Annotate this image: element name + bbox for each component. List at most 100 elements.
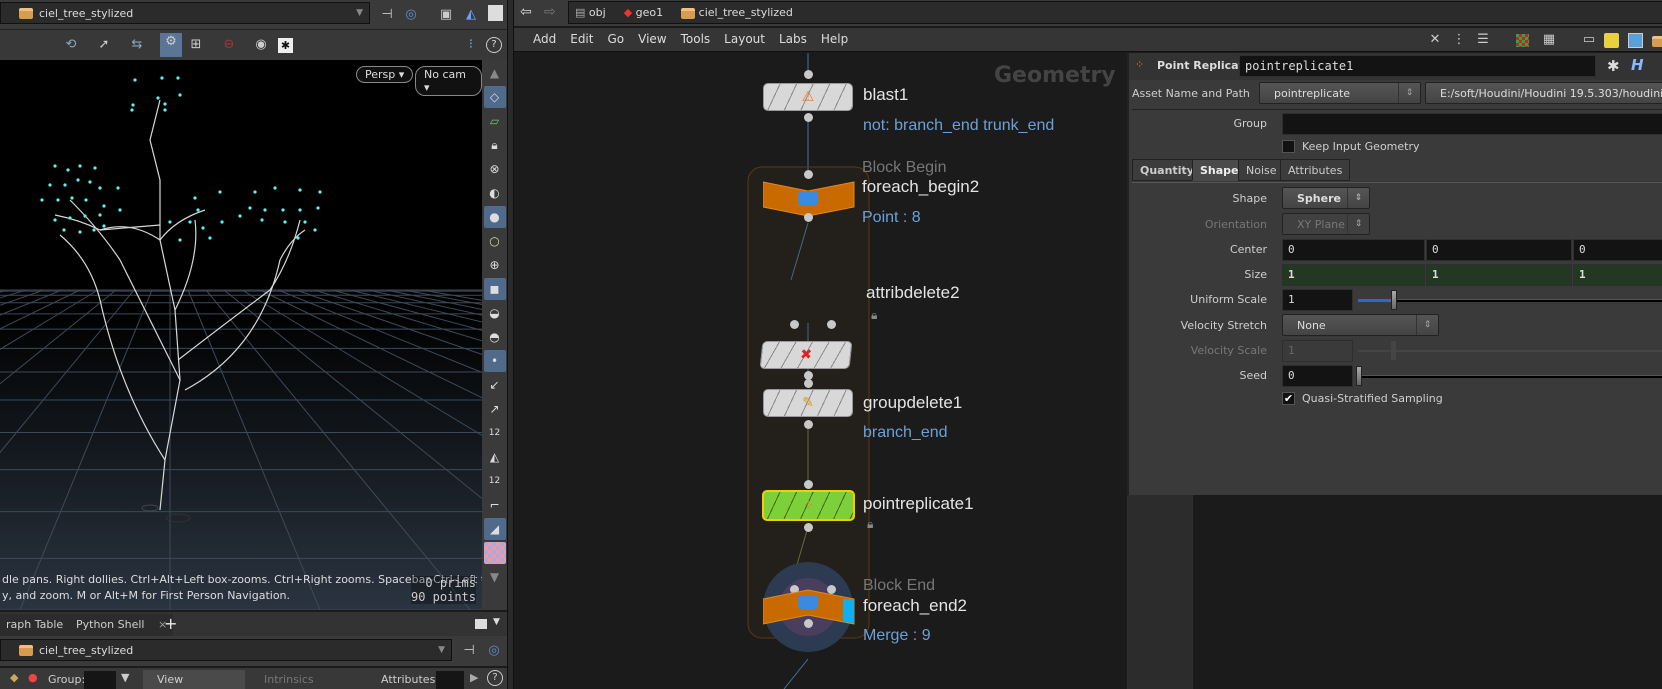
seed-handle[interactable] [1356, 366, 1362, 386]
vertex-normals-icon[interactable]: ↗ [484, 398, 506, 420]
output-port[interactable] [804, 213, 813, 222]
input-port[interactable] [804, 379, 813, 388]
view-layout-icon[interactable]: ⁝ [462, 36, 480, 54]
tab-noise[interactable]: Noise [1238, 159, 1285, 181]
breadcrumb-ciel[interactable]: ciel_tree_stylized [681, 6, 793, 19]
size-z-field[interactable]: 1 [1573, 264, 1662, 286]
velocity-stretch-menu[interactable]: None ⇕ [1282, 314, 1439, 336]
breadcrumb-geo1[interactable]: ◆ geo1 [624, 6, 663, 19]
center-y-field[interactable]: 0 [1426, 239, 1572, 261]
shape-palette-icon[interactable]: ▦ [1540, 31, 1558, 49]
select-tool-icon[interactable]: ➚ [95, 36, 113, 54]
menu-go[interactable]: Go [607, 32, 624, 46]
filter-icon[interactable]: ▼ [121, 671, 129, 684]
orbit-tool-icon[interactable]: ⟲ [62, 36, 80, 54]
menu-edit[interactable]: Edit [570, 32, 593, 46]
background-image-icon[interactable] [1628, 33, 1643, 48]
center-z-field[interactable]: 0 [1573, 239, 1662, 261]
chevron-down-icon[interactable]: ▼ [356, 8, 363, 18]
node-blast1[interactable]: ⚠ [763, 83, 853, 111]
lock-icon[interactable]: 🔒︎ [871, 308, 877, 323]
network-box-icon[interactable]: ▭ [1580, 31, 1598, 49]
snapshot-icon[interactable]: ◉ [252, 36, 270, 54]
output-port[interactable] [804, 619, 813, 628]
play-icon[interactable]: ▶ [470, 671, 478, 684]
gear-icon[interactable]: ✱ [1607, 57, 1620, 75]
link-target-icon[interactable]: ◎ [485, 642, 503, 660]
forward-arrow-icon[interactable]: ⇨ [544, 4, 556, 20]
menu-add[interactable]: Add [533, 32, 556, 46]
display-cube-icon[interactable]: ▣ [437, 6, 455, 24]
hulls-icon[interactable]: ⌐ [484, 494, 506, 516]
add-tab-icon[interactable]: + [164, 614, 177, 633]
pin-icon[interactable]: ⊣ [378, 6, 396, 24]
tab-attributes[interactable]: Attributes [1280, 159, 1351, 181]
quasi-stratified-checkbox[interactable]: ✔ [1282, 392, 1295, 405]
help-icon[interactable]: ? [487, 670, 503, 686]
lock-icon[interactable]: 🔒︎ [867, 517, 873, 532]
geometry-box-icon[interactable] [1652, 36, 1662, 47]
seed-slider[interactable] [1358, 375, 1662, 378]
breadcrumb-obj[interactable]: ▤ obj [575, 6, 606, 19]
default-light-icon[interactable]: ● [483, 206, 506, 228]
menu-help[interactable]: Help [821, 32, 848, 46]
tree-view-icon[interactable]: ⋮ [1450, 31, 1468, 49]
scroll-down-icon[interactable]: ▼ [484, 566, 506, 588]
menu-view[interactable]: View [638, 32, 666, 46]
prim-numbers-icon[interactable]: 12 [484, 470, 506, 492]
no-entry-icon[interactable]: ⊖ [220, 36, 238, 54]
size-x-field[interactable]: 1 [1282, 264, 1425, 286]
scroll-up-icon[interactable]: ▲ [484, 62, 506, 84]
visibility-icon[interactable]: ◒ [484, 302, 506, 324]
center-x-field[interactable]: 0 [1282, 239, 1425, 261]
color-palette-icon[interactable] [1516, 34, 1529, 47]
pin-icon[interactable]: ⊣ [460, 642, 478, 660]
pane-menu-icon[interactable]: ▼ [493, 617, 500, 627]
node-foreach-begin2[interactable] [763, 181, 855, 217]
list-view-icon[interactable]: ☰ [1474, 31, 1492, 49]
uv-checker-icon[interactable] [483, 542, 506, 564]
menu-tools[interactable]: Tools [681, 32, 711, 46]
menu-labs[interactable]: Labs [779, 32, 807, 46]
node-pointreplicate1[interactable]: ⁘ [762, 490, 855, 521]
link-target-icon[interactable]: ◎ [402, 6, 420, 24]
camera-select-menu[interactable]: No cam ▾ [415, 66, 482, 96]
viewport-3d[interactable]: Persp ▾ No cam ▾ dle pans. Right dollies… [0, 60, 482, 610]
handle-tool-icon[interactable]: ⇆ [128, 36, 146, 54]
output-port[interactable] [804, 113, 813, 122]
output-port[interactable] [804, 420, 813, 429]
seed-field[interactable]: 0 [1282, 365, 1353, 387]
render-visibility-icon[interactable]: ◓ [484, 326, 506, 348]
grid-display-icon[interactable]: ◇ [483, 86, 506, 108]
intrinsics-menu[interactable]: Intrinsics [252, 670, 374, 689]
prim-normals-icon[interactable]: ◭ [484, 446, 506, 468]
sticky-note-icon[interactable] [1604, 33, 1619, 48]
light-off-icon[interactable]: ⊗ [484, 158, 506, 180]
shading-icon[interactable]: ◭ [462, 6, 480, 24]
input-port[interactable] [804, 170, 813, 179]
view-menu[interactable]: View [143, 670, 245, 689]
group-input[interactable] [84, 671, 116, 689]
input-port[interactable] [827, 320, 836, 329]
back-arrow-icon[interactable]: ⇦ [520, 4, 532, 20]
camera-persp-menu[interactable]: Persp ▾ [356, 66, 414, 83]
input-port[interactable] [804, 480, 813, 489]
input-port[interactable] [804, 70, 813, 79]
maximize-icon[interactable] [475, 619, 487, 629]
size-y-field[interactable]: 1 [1426, 264, 1572, 286]
display-points-icon[interactable]: • [483, 350, 506, 372]
uniform-scale-field[interactable]: 1 [1282, 289, 1353, 311]
tools-icon[interactable]: ✕ [1426, 31, 1444, 49]
settings-icon[interactable]: ✱ [278, 38, 293, 53]
node-attribdelete2[interactable]: ✖ [759, 341, 853, 369]
help-icon[interactable]: ? [486, 37, 502, 53]
viewport-path-field[interactable]: ciel_tree_stylized ▼ [0, 2, 370, 24]
geo-icon[interactable]: ● [28, 671, 38, 684]
add-light-icon[interactable]: ⊕ [484, 254, 506, 276]
asset-path-field[interactable]: E:/soft/Houdini/Houdini 19.5.303/houdini… [1425, 82, 1662, 104]
zoom-box-icon[interactable]: ⊞ [187, 36, 205, 54]
input-port[interactable] [790, 320, 799, 329]
backface-icon[interactable]: ◢ [483, 518, 506, 540]
chevron-down-icon[interactable]: ▼ [438, 645, 445, 655]
node-type-icon[interactable]: ◆ [10, 671, 18, 684]
